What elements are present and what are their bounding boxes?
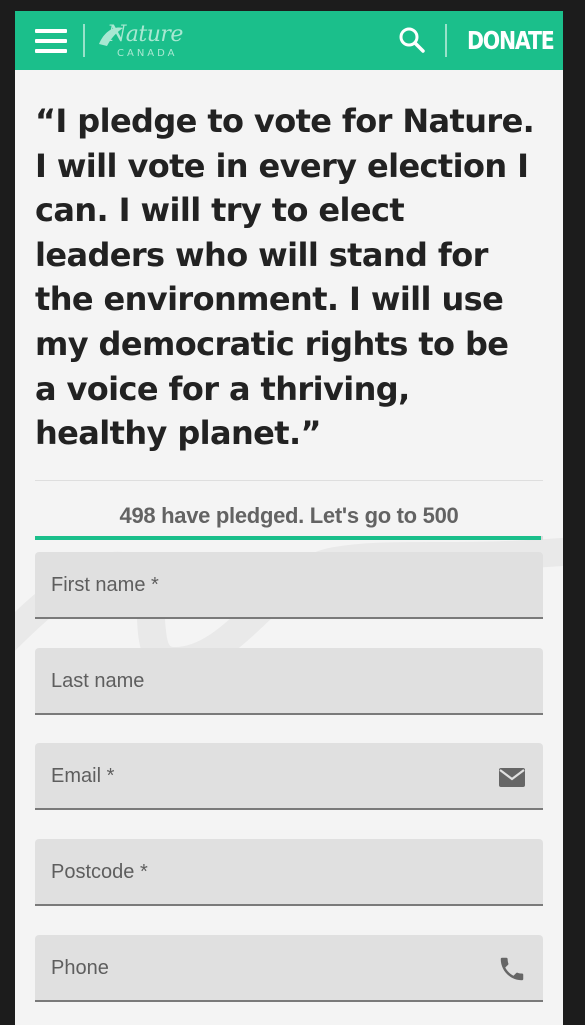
phone-icon [500,957,524,981]
pledge-page: Nature CANADA DONATE “I pledge to vote f… [15,11,563,1025]
logo-subtitle: CANADA [117,48,178,59]
site-header: Nature CANADA DONATE [15,11,563,70]
header-divider [83,24,85,57]
phone-label: Phone [51,957,109,979]
phone-field[interactable]: Phone [35,935,543,1002]
last-name-field[interactable]: Last name [35,648,543,715]
first-name-label: First name * [51,574,159,596]
email-label: Email * [51,765,115,787]
logo-wordmark: Nature [107,22,183,47]
postcode-label: Postcode * [51,861,148,883]
search-icon[interactable] [397,25,427,55]
nature-canada-logo[interactable]: Nature CANADA [95,22,187,60]
pledge-count: 498 have pledged. Let's go to 500 [119,503,459,528]
postcode-field[interactable]: Postcode * [35,839,543,906]
pledge-progress-bar [35,536,543,540]
email-field[interactable]: Email * [35,743,543,810]
pledge-statement: “I pledge to vote for Nature. I will vot… [35,102,535,453]
last-name-label: Last name [51,670,145,692]
header-divider [445,24,447,57]
first-name-field[interactable]: First name * [35,552,543,619]
donate-button[interactable]: DONATE [467,24,555,57]
mail-icon [499,768,525,787]
hamburger-menu-icon[interactable] [35,29,67,53]
divider [35,480,543,481]
pledge-progress-fill [35,536,541,540]
